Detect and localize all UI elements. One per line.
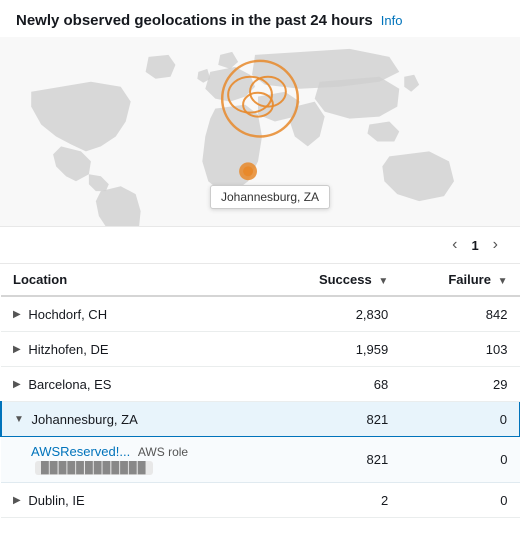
sub-success-count: 821 bbox=[286, 437, 400, 483]
failure-count: 0 bbox=[400, 402, 519, 437]
table-row[interactable]: ▶ Hochdorf, CH 2,830 842 bbox=[1, 296, 520, 332]
location-name: Johannesburg, ZA bbox=[32, 412, 138, 427]
failure-count: 29 bbox=[400, 367, 519, 402]
table-row[interactable]: ▼ Johannesburg, ZA 821 0 bbox=[1, 402, 520, 437]
expand-button[interactable]: ▶ bbox=[13, 495, 25, 506]
prev-page-button[interactable]: ‹ bbox=[446, 235, 463, 255]
sub-table-row: AWSReserved!... AWS role ████████████ 82… bbox=[1, 437, 520, 483]
current-page: 1 bbox=[471, 238, 478, 253]
aws-role-label: AWS role bbox=[138, 445, 188, 459]
table-header-row: Location Success ▼ Failure ▼ bbox=[1, 264, 520, 296]
success-count: 2 bbox=[286, 483, 400, 518]
world-map: Johannesburg, ZA bbox=[0, 37, 520, 227]
expand-button[interactable]: ▼ bbox=[14, 414, 28, 425]
failure-count: 0 bbox=[400, 483, 519, 518]
failure-count: 103 bbox=[400, 332, 519, 367]
geolocations-table: Location Success ▼ Failure ▼ ▶ Hochdorf,… bbox=[0, 264, 520, 518]
success-count: 2,830 bbox=[286, 296, 400, 332]
location-name: Hochdorf, CH bbox=[28, 307, 107, 322]
info-link[interactable]: Info bbox=[381, 13, 403, 28]
expand-button[interactable]: ▶ bbox=[13, 379, 25, 390]
failure-count: 842 bbox=[400, 296, 519, 332]
table-row[interactable]: ▶ Barcelona, ES 68 29 bbox=[1, 367, 520, 402]
success-sort-icon: ▼ bbox=[378, 276, 388, 287]
pagination-bar: ‹ 1 › bbox=[0, 227, 520, 264]
aws-reserved-link[interactable]: AWSReserved!... bbox=[31, 444, 130, 459]
expand-button[interactable]: ▶ bbox=[13, 344, 25, 355]
aws-role-value: ████████████ bbox=[35, 461, 153, 475]
success-count: 68 bbox=[286, 367, 400, 402]
column-header-success[interactable]: Success ▼ bbox=[286, 264, 400, 296]
location-name: Dublin, IE bbox=[28, 493, 84, 508]
location-name: Hitzhofen, DE bbox=[28, 342, 108, 357]
panel-title: Newly observed geolocations in the past … bbox=[16, 12, 373, 29]
table-row[interactable]: ▶ Hitzhofen, DE 1,959 103 bbox=[1, 332, 520, 367]
failure-sort-icon: ▼ bbox=[498, 276, 508, 287]
expand-button[interactable]: ▶ bbox=[13, 309, 25, 320]
panel-header: Newly observed geolocations in the past … bbox=[16, 12, 504, 29]
table-row[interactable]: ▶ Dublin, IE 2 0 bbox=[1, 483, 520, 518]
location-name: Barcelona, ES bbox=[28, 377, 111, 392]
column-header-failure[interactable]: Failure ▼ bbox=[400, 264, 519, 296]
sub-failure-count: 0 bbox=[400, 437, 519, 483]
success-count: 1,959 bbox=[286, 332, 400, 367]
success-count: 821 bbox=[286, 402, 400, 437]
next-page-button[interactable]: › bbox=[487, 235, 504, 255]
column-header-location: Location bbox=[1, 264, 286, 296]
map-tooltip: Johannesburg, ZA bbox=[210, 185, 330, 209]
